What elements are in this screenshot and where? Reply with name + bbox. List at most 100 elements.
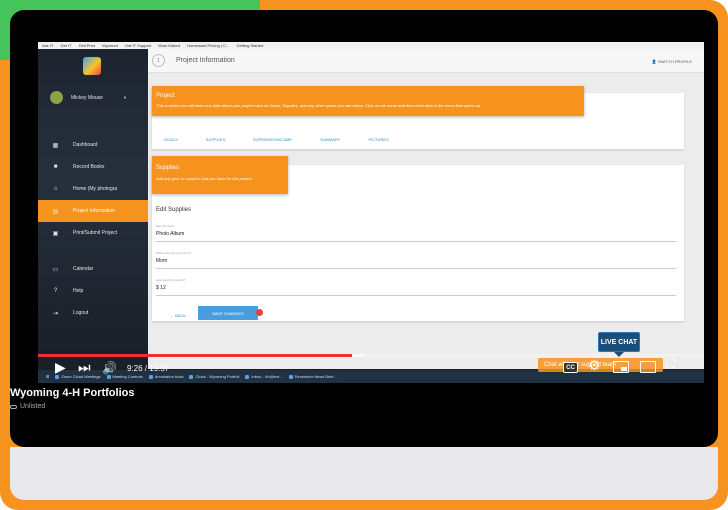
play-icon[interactable]: ▶: [55, 360, 66, 376]
project-tabs: GOALS SUPPLIES EXPENSES/INCOME SUMMARY P…: [164, 137, 417, 142]
chevron-down-icon: ▼: [122, 95, 127, 100]
home-icon: ⌂: [53, 186, 58, 192]
field-label: Item for need: [156, 224, 174, 228]
book-icon: ■: [53, 164, 58, 170]
progress-played: [38, 354, 353, 357]
live-chat-pointer: [614, 352, 624, 357]
field-label: Where did you get it from?: [156, 251, 192, 255]
app-icon: [148, 374, 153, 379]
save-changes-button[interactable]: SAVE CHANGES: [198, 306, 258, 320]
person-icon: 👤: [651, 59, 657, 64]
link-icon: [10, 404, 17, 409]
app-main: 1 Project Information 👤 SWITCH PROFILE P…: [148, 49, 704, 369]
taskbar-label: December News Brief...: [294, 374, 337, 379]
visibility-badge: Unlisted: [10, 403, 45, 410]
next-icon[interactable]: ⏭: [78, 360, 91, 376]
sidebar-item-project-information[interactable]: ▤ Project Information: [38, 200, 148, 222]
sidebar-item-record-books[interactable]: ■ Record Books: [38, 156, 148, 178]
sidebar-item-logout[interactable]: ⇥ Logout: [38, 302, 148, 324]
app-icon: [189, 374, 194, 379]
sidebar-item-calendar[interactable]: ▭ Calendar: [38, 258, 148, 280]
taskbar-label: Annotation tools: [154, 374, 184, 379]
gear-icon[interactable]: ⚙: [588, 358, 601, 374]
back-button[interactable]: ← BACK: [170, 313, 186, 318]
taskbar-item[interactable]: Clubs - Wyoming Portfoli: [189, 374, 239, 379]
supplies-header: Supplies Add any gear or supplies that y…: [152, 156, 288, 194]
field-value: Mom: [156, 258, 168, 264]
theater-mode-icon[interactable]: [640, 361, 656, 373]
tab-goals[interactable]: GOALS: [164, 137, 178, 142]
visibility-label: Unlisted: [20, 403, 46, 410]
worth-field[interactable]: How much is it worth? $ 12: [156, 278, 676, 296]
user-menu[interactable]: Mickey Mouse ▼: [50, 91, 127, 104]
bookmark[interactable]: Wyomed: [102, 43, 118, 48]
tab-pictures[interactable]: PICTURES: [368, 137, 388, 142]
app-logo: [83, 57, 101, 75]
fullscreen-icon[interactable]: ⛶: [666, 357, 675, 372]
tab-expenses-income[interactable]: EXPENSES/INCOME: [253, 137, 292, 142]
sidebar-item-home[interactable]: ⌂ Home (My photogra: [38, 178, 148, 200]
video-title[interactable]: Wyoming 4-H Portfolios: [10, 387, 134, 399]
bookmark[interactable]: Get IT Support: [125, 43, 151, 48]
field-label: How much is it worth?: [156, 278, 186, 282]
supplies-description: Add any gear or supplies that you have f…: [156, 176, 252, 181]
bookmark[interactable]: Get IT: [60, 43, 71, 48]
calendar-icon: ▭: [52, 266, 59, 273]
tab-supplies[interactable]: SUPPLIES: [206, 137, 226, 142]
taskbar-item[interactable]: Inbox - 4H@ext...: [245, 374, 283, 379]
windows-start-icon[interactable]: ⊞: [46, 374, 49, 379]
sidebar-item-label: Print/Submit Project: [73, 230, 118, 236]
sidebar-item-dashboard[interactable]: ▦ Dashboard: [38, 134, 148, 156]
sidebar-item-label: Home (My photogra: [73, 186, 118, 192]
sidebar-item-print-submit[interactable]: ▣ Print/Submit Project: [38, 222, 148, 244]
sidebar-nav: ▦ Dashboard ■ Record Books ⌂ Home (My ph…: [38, 134, 148, 324]
step-number: 1: [152, 54, 165, 67]
bottom-blank-area: [10, 447, 718, 500]
sidebar-item-help[interactable]: ? Help: [38, 280, 148, 302]
help-icon: ?: [53, 288, 58, 294]
source-field[interactable]: Where did you get it from? Mom: [156, 251, 676, 269]
switch-profile-label: SWITCH PROFILE: [657, 59, 692, 64]
taskbar-item[interactable]: December News Brief...: [288, 374, 337, 379]
taskbar-label: Inbox - 4H@ext...: [251, 374, 283, 379]
sidebar-item-label: Logout: [73, 310, 89, 316]
cursor-highlight: [256, 309, 263, 316]
app-icon: [106, 374, 111, 379]
captions-button[interactable]: CC: [563, 362, 578, 373]
back-label: BACK: [175, 313, 187, 318]
tab-summary[interactable]: SUMMARY: [320, 137, 340, 142]
app-icon: [245, 374, 250, 379]
item-field[interactable]: Item for need Photo Album: [156, 224, 676, 242]
app-topbar: 1 Project Information 👤 SWITCH PROFILE: [148, 49, 704, 73]
bookmark[interactable]: Homeward Pricing | C...: [187, 43, 229, 48]
dashboard-icon: ▦: [52, 142, 59, 149]
time-display: 9:26 / 19:57: [127, 364, 170, 373]
sidebar-item-label: Record Books: [73, 164, 105, 170]
app-sidebar: Mickey Mouse ▼ ▦ Dashboard ■ Record Book…: [38, 49, 148, 369]
bookmark[interactable]: Most Visited: [158, 43, 180, 48]
taskbar-label: Clubs - Wyoming Portfoli: [195, 374, 240, 379]
bookmark[interactable]: Getting Started: [236, 43, 263, 48]
sidebar-item-label: Calendar: [73, 266, 94, 272]
project-title: Project: [156, 93, 175, 99]
print-icon: ▣: [52, 230, 59, 237]
bookmarks-bar: Ask IT Get IT Dell Print Wyomed Get IT S…: [38, 42, 704, 49]
grid-icon: ▤: [52, 208, 59, 215]
switch-profile-button[interactable]: 👤 SWITCH PROFILE: [652, 59, 692, 64]
sidebar-item-label: Dashboard: [73, 142, 98, 148]
miniplayer-icon[interactable]: [613, 361, 629, 373]
arrow-left-icon: ←: [170, 313, 174, 318]
bookmark[interactable]: Ask IT: [42, 43, 53, 48]
project-description: This is where you will enter any data ab…: [156, 103, 481, 108]
bookmark[interactable]: Dell Print: [79, 43, 95, 48]
page-title: Project Information: [176, 57, 235, 64]
project-header: Project This is where you will enter any…: [152, 86, 584, 116]
edit-supplies-title: Edit Supplies: [156, 207, 192, 213]
live-chat-button[interactable]: LIVE CHAT: [598, 332, 640, 352]
field-value: Photo Album: [156, 231, 185, 237]
field-value: $ 12: [156, 285, 166, 291]
taskbar-item[interactable]: Annotation tools: [148, 374, 184, 379]
supplies-title: Supplies: [156, 165, 180, 171]
sidebar-item-label: Help: [73, 288, 84, 294]
volume-icon[interactable]: 🔊: [102, 361, 117, 375]
